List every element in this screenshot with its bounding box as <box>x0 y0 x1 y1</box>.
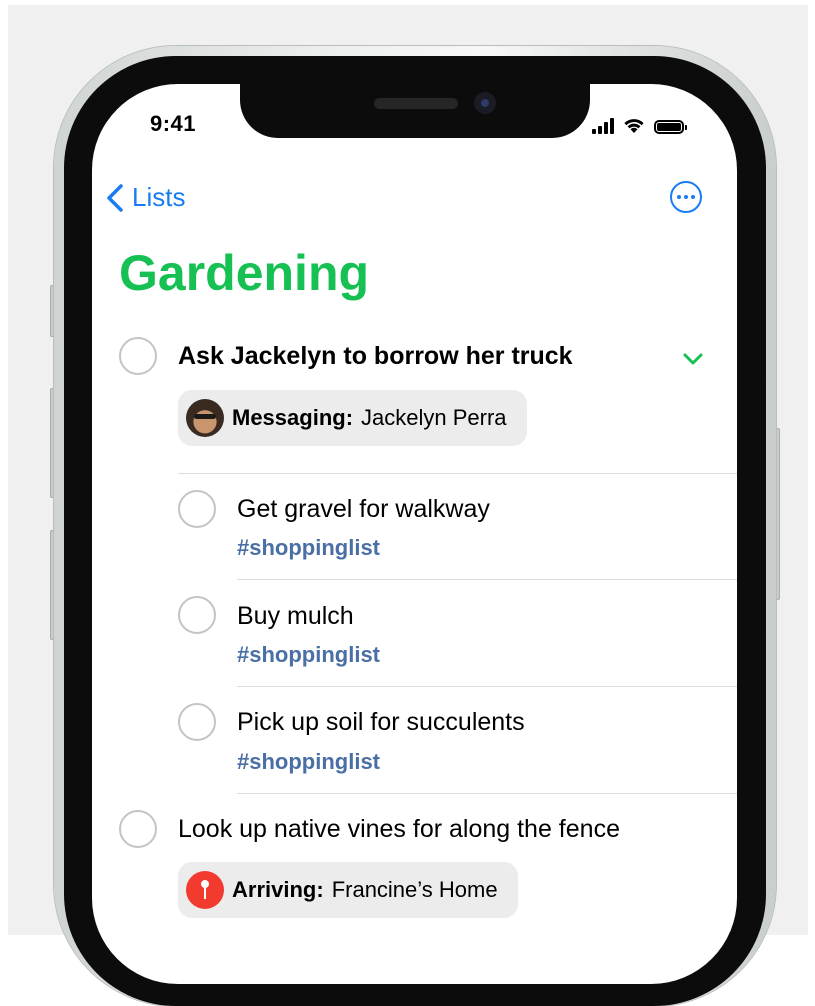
task-title[interactable]: Look up native vines for along the fence <box>178 815 620 844</box>
chip-value: Francine’s Home <box>331 877 498 902</box>
subtask-title[interactable]: Get gravel for walkway <box>237 495 490 524</box>
subtask-tag[interactable]: #shoppinglist <box>237 642 380 668</box>
subtask-checkbox[interactable] <box>178 490 216 528</box>
task-checkbox[interactable] <box>119 337 157 375</box>
speaker-grille <box>374 98 458 109</box>
wifi-icon <box>624 119 644 133</box>
front-camera <box>474 92 496 114</box>
location-pin-icon <box>186 871 224 909</box>
chip-label: Arriving: <box>232 877 324 902</box>
subtask-title[interactable]: Buy mulch <box>237 602 354 631</box>
chevron-down-icon[interactable] <box>682 352 704 366</box>
status-icons <box>592 114 687 134</box>
subtask-tag[interactable]: #shoppinglist <box>237 749 380 775</box>
subtask-checkbox[interactable] <box>178 703 216 741</box>
avatar <box>186 399 224 437</box>
back-label: Lists <box>132 182 186 212</box>
notch <box>240 84 590 138</box>
chevron-left-icon <box>107 183 123 212</box>
chip-label: Messaging: <box>232 405 354 430</box>
status-time: 9:41 <box>150 111 197 136</box>
divider <box>237 686 737 687</box>
divider <box>178 473 737 474</box>
location-chip[interactable]: Arriving: Francine’s Home <box>178 862 518 918</box>
subtask-tag[interactable]: #shoppinglist <box>237 535 380 561</box>
back-button[interactable]: Lists <box>106 182 185 213</box>
divider <box>237 793 737 794</box>
more-options-icon[interactable] <box>670 181 702 213</box>
cellular-signal-icon <box>592 118 614 134</box>
list-title: Gardening <box>119 245 370 301</box>
task-checkbox[interactable] <box>119 810 157 848</box>
subtask-title[interactable]: Pick up soil for succulents <box>237 708 525 737</box>
divider <box>237 579 737 580</box>
subtask-checkbox[interactable] <box>178 596 216 634</box>
chip-value: Jackelyn Perra <box>361 405 507 430</box>
messaging-chip[interactable]: Messaging: Jackelyn Perra <box>178 390 527 446</box>
phone-screen: 9:41 Lists Gardening Ask Jackelyn to bor… <box>92 84 737 984</box>
battery-icon <box>654 120 687 134</box>
task-title[interactable]: Ask Jackelyn to borrow her truck <box>178 342 573 371</box>
